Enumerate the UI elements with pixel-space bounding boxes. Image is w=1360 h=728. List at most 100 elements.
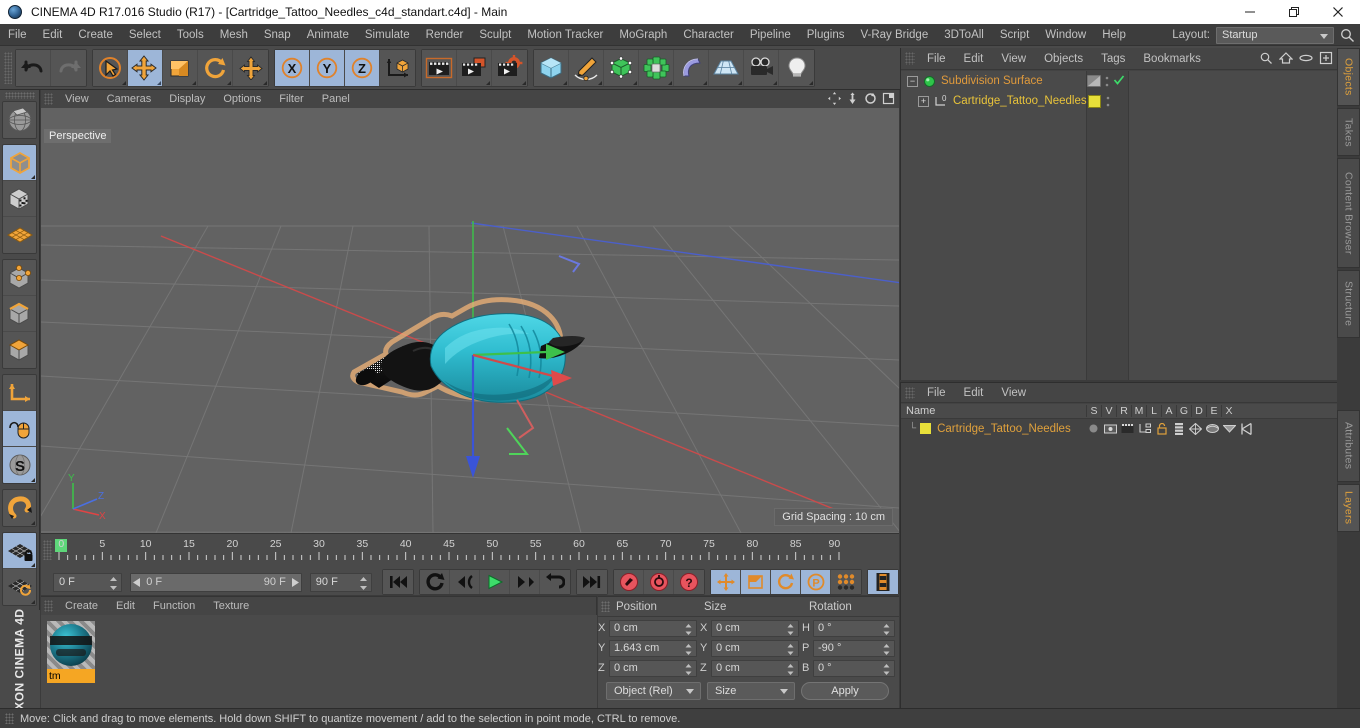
menu-file[interactable]: File	[0, 24, 35, 46]
layer-row[interactable]: └ Cartridge_Tattoo_Needles	[901, 420, 1338, 437]
range-right-arrow-icon[interactable]	[290, 577, 299, 587]
autokeying-icon[interactable]	[644, 570, 674, 594]
size-mode-dropdown[interactable]: Size	[707, 682, 795, 700]
menu-plugins[interactable]: Plugins	[799, 24, 853, 46]
rot-p-input[interactable]: -90 °	[813, 639, 895, 657]
layout-select[interactable]: Startup	[1216, 26, 1334, 44]
magnet-tool-icon[interactable]	[3, 490, 36, 526]
menu-simulate[interactable]: Simulate	[357, 24, 418, 46]
tab-layers[interactable]: Layers	[1337, 484, 1360, 532]
search-icon[interactable]	[1339, 27, 1356, 44]
viewport-menu-view[interactable]: View	[56, 90, 98, 108]
workplane-rotate-icon[interactable]	[3, 569, 36, 605]
menu-create[interactable]: Create	[70, 24, 121, 46]
object-tree[interactable]: − Subdivision Surface + 0 Cartridge_Tatt…	[901, 71, 1338, 380]
deformer-bend-icon[interactable]	[674, 49, 709, 86]
rotate-icon[interactable]	[864, 92, 877, 105]
scale-tool-icon[interactable]	[163, 49, 198, 86]
viewport-menu-panel[interactable]: Panel	[313, 90, 359, 108]
viewport-menu-cameras[interactable]: Cameras	[98, 90, 161, 108]
menu-3dtoall[interactable]: 3DToAll	[936, 24, 992, 46]
drag-handle-icon[interactable]	[905, 386, 915, 399]
render-to-picture-viewer-icon[interactable]	[457, 49, 492, 86]
rot-b-input[interactable]: 0 °	[813, 659, 895, 677]
drag-handle-icon[interactable]	[44, 600, 53, 612]
keyframe-selection-icon[interactable]: ?	[674, 570, 704, 594]
tab-objects[interactable]: Objects	[1337, 48, 1360, 106]
texture-mode-icon[interactable]	[3, 181, 36, 217]
model-mode-icon[interactable]	[3, 145, 36, 181]
collapse-icon[interactable]: −	[907, 75, 918, 87]
drag-handle-icon[interactable]	[44, 93, 53, 105]
tab-structure[interactable]: Structure	[1337, 270, 1360, 338]
minimize-icon[interactable]	[1228, 0, 1272, 24]
undo-icon[interactable]	[16, 49, 51, 86]
point-mode-icon[interactable]	[3, 260, 36, 296]
render-icon[interactable]	[1120, 423, 1135, 434]
spinner-icon[interactable]	[787, 663, 794, 677]
generator-icon[interactable]	[1188, 422, 1203, 435]
drag-handle-icon[interactable]	[601, 601, 610, 612]
polygon-mode-icon[interactable]	[3, 217, 36, 253]
key-position-icon[interactable]	[711, 570, 741, 594]
coordinate-mode-dropdown[interactable]: Object (Rel)	[606, 682, 701, 700]
face-mode-icon[interactable]	[3, 332, 36, 368]
visibility-check-icon[interactable]	[1113, 74, 1125, 86]
menu-select[interactable]: Select	[121, 24, 169, 46]
lock-icon[interactable]	[1154, 422, 1169, 435]
lock-workplane-icon[interactable]	[3, 533, 36, 569]
layer-name-cell[interactable]: └ Cartridge_Tattoo_Needles	[901, 423, 1086, 435]
spinner-icon[interactable]	[360, 576, 367, 590]
apply-button[interactable]: Apply	[801, 682, 889, 700]
menu-animate[interactable]: Animate	[299, 24, 357, 46]
redo-icon[interactable]	[51, 49, 86, 86]
menu-pipeline[interactable]: Pipeline	[742, 24, 799, 46]
xref-icon[interactable]	[1239, 422, 1254, 435]
camera-icon[interactable]	[744, 49, 779, 86]
spinner-icon[interactable]	[883, 623, 890, 637]
layer-color-swatch[interactable]	[920, 423, 932, 434]
material-menu-edit[interactable]: Edit	[107, 597, 144, 615]
go-to-start-icon[interactable]	[383, 570, 413, 594]
loop-icon[interactable]	[420, 570, 450, 594]
animation-icon[interactable]	[1171, 422, 1186, 435]
edge-mode-icon[interactable]	[3, 296, 36, 332]
manager-icon[interactable]	[1137, 423, 1152, 434]
spinner-icon[interactable]	[883, 643, 890, 657]
move-alt-icon[interactable]	[233, 49, 268, 86]
key-parameter-icon[interactable]: P	[801, 570, 831, 594]
timeline-filmstrip-icon[interactable]	[868, 570, 898, 594]
axis-modification-icon[interactable]	[3, 375, 36, 411]
menu-character[interactable]: Character	[675, 24, 742, 46]
drag-handle-icon[interactable]	[4, 51, 12, 84]
drag-handle-icon[interactable]	[4, 92, 35, 99]
preview-range-bar[interactable]: 0 F 90 F	[130, 572, 302, 592]
render-view-icon[interactable]	[422, 49, 457, 86]
layer-menu-file[interactable]: File	[918, 383, 955, 403]
material-item[interactable]: tm	[47, 621, 95, 683]
material-menu-create[interactable]: Create	[56, 597, 107, 615]
menu-edit[interactable]: Edit	[35, 24, 71, 46]
rotate-tool-icon[interactable]	[198, 49, 233, 86]
pan-icon[interactable]	[828, 92, 841, 105]
make-editable-icon[interactable]	[3, 102, 36, 138]
menu-tools[interactable]: Tools	[169, 24, 212, 46]
key-scale-icon[interactable]	[741, 570, 771, 594]
ellipse-icon[interactable]	[1299, 51, 1313, 65]
key-pla-icon[interactable]	[831, 570, 861, 594]
restore-icon[interactable]	[1272, 0, 1316, 24]
object-menu-tags[interactable]: Tags	[1092, 48, 1134, 70]
viewport-menu-options[interactable]: Options	[214, 90, 270, 108]
menu-vray-bridge[interactable]: V-Ray Bridge	[852, 24, 936, 46]
object-row-cartridge-tattoo-needles[interactable]: + 0 Cartridge_Tattoo_Needles	[901, 91, 1338, 111]
enable-snap-icon[interactable]: S	[3, 447, 36, 483]
menu-sculpt[interactable]: Sculpt	[471, 24, 519, 46]
jump-to-end-icon[interactable]	[577, 570, 607, 594]
size-x-input[interactable]: 0 cm	[711, 619, 799, 637]
spinner-icon[interactable]	[685, 643, 692, 657]
world-object-axis-icon[interactable]	[380, 49, 415, 86]
move-tool-icon[interactable]	[128, 49, 163, 86]
axis-z-icon[interactable]: Z	[345, 49, 380, 86]
timeline-ruler[interactable]: 0 5 10 15 20 25 30 35 40 45 50 55 60 65 70 75 80 85 90	[55, 538, 845, 564]
maximize-view-icon[interactable]	[882, 92, 895, 105]
